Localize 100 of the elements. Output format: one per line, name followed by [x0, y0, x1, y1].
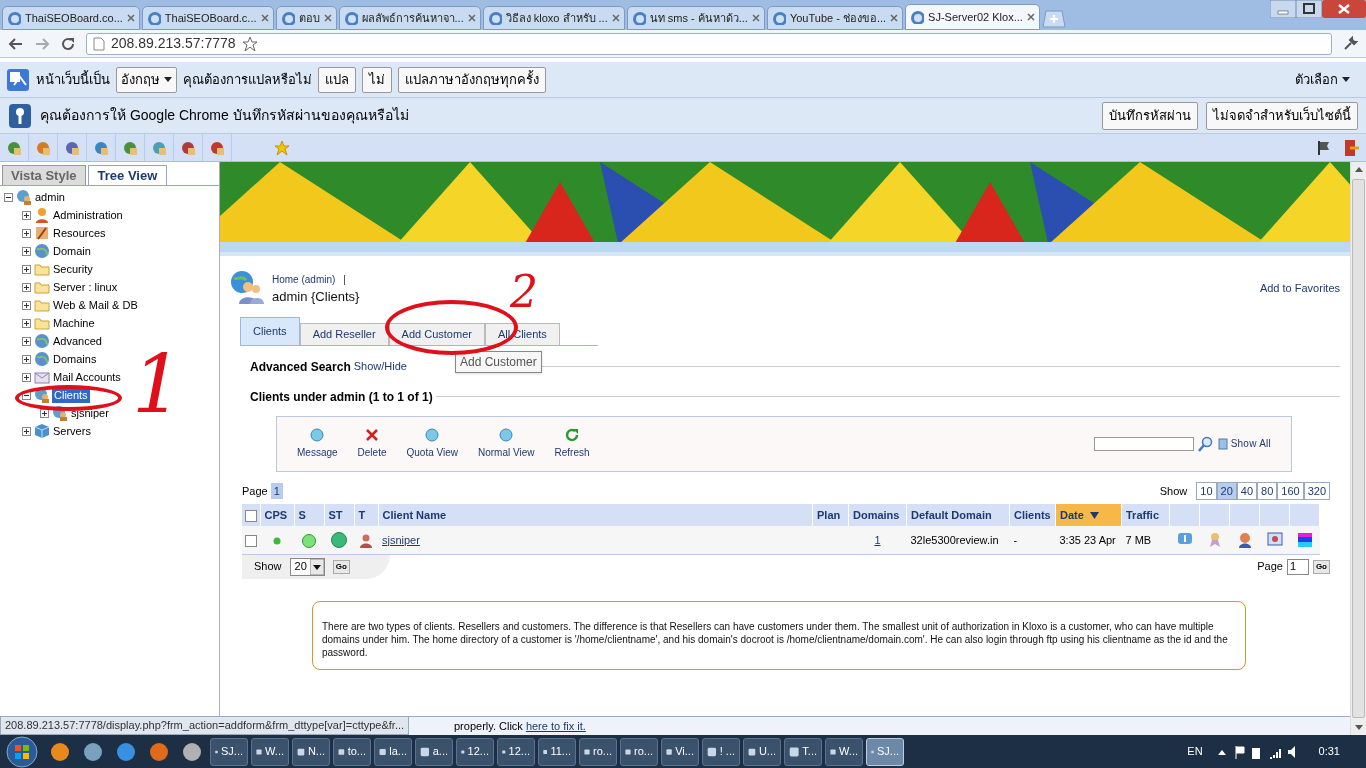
expand-icon[interactable]: [22, 210, 31, 220]
expand-icon[interactable]: [40, 408, 49, 418]
expand-icon[interactable]: [22, 354, 31, 364]
close-icon[interactable]: [611, 14, 620, 22]
checkbox[interactable]: [244, 509, 257, 522]
expand-icon[interactable]: [22, 372, 31, 382]
back-icon[interactable]: [8, 35, 24, 52]
close-icon[interactable]: [323, 14, 332, 22]
fix-link[interactable]: here to fix it.: [525, 717, 586, 735]
translate-button[interactable]: แปลภาษาอังกฤษทุกครั้ง: [398, 66, 546, 93]
password-button[interactable]: บันทึกรหัสผ่าน: [1102, 101, 1198, 130]
collapse-icon[interactable]: [22, 390, 31, 400]
expand-icon[interactable]: [22, 426, 31, 436]
password-button[interactable]: ไม่จดจำสำหรับเว็บไซต์นี้: [1206, 101, 1358, 130]
browser-tab[interactable]: YouTube - ช่องขอ...: [766, 6, 904, 30]
browser-tab[interactable]: ผลลัพธ์การค้นหาจา...: [338, 6, 481, 30]
globe-icon[interactable]: [6, 139, 22, 156]
go-button[interactable]: Go: [1312, 559, 1330, 574]
column-header[interactable]: Plan: [817, 506, 841, 524]
action-button[interactable]: Message: [297, 427, 338, 460]
translate-button[interactable]: ไม่: [362, 66, 392, 93]
taskbar-button[interactable]: la...: [374, 737, 412, 766]
expand-icon[interactable]: [22, 246, 31, 256]
flag-icon[interactable]: [1316, 139, 1332, 156]
action-button[interactable]: Refresh: [554, 427, 590, 460]
language-dropdown[interactable]: อังกฤษ: [116, 66, 177, 93]
column-header[interactable]: Default Domain: [911, 506, 992, 524]
page-size-link[interactable]: 320: [1303, 481, 1330, 500]
close-icon[interactable]: [1322, 0, 1366, 18]
maximize-icon[interactable]: [1296, 0, 1322, 18]
column-header[interactable]: S: [298, 506, 306, 524]
taskbar-button[interactable]: Vi...: [661, 737, 699, 766]
scrollbar[interactable]: [1350, 162, 1366, 735]
tree-item[interactable]: Administration: [52, 206, 124, 224]
column-header[interactable]: Domains: [853, 506, 900, 524]
column-header[interactable]: ST: [328, 506, 343, 524]
close-icon[interactable]: [1026, 13, 1035, 21]
panel-tab[interactable]: Tree View: [87, 165, 168, 185]
content-tab[interactable]: Clients: [240, 316, 300, 345]
language-indicator[interactable]: EN: [1187, 743, 1203, 760]
taskbar-button[interactable]: W...: [251, 737, 289, 766]
expand-icon[interactable]: [22, 336, 31, 346]
taskbar-button[interactable]: T...: [784, 737, 822, 766]
expand-icon[interactable]: [22, 282, 31, 292]
page-size-link[interactable]: 160: [1277, 481, 1304, 500]
taskbar-button[interactable]: ! ...: [702, 737, 740, 766]
new-tab-icon[interactable]: [1041, 10, 1066, 28]
column-header[interactable]: Client Name: [382, 506, 447, 524]
taskbar-button[interactable]: U...: [743, 737, 781, 766]
expand-icon[interactable]: [22, 228, 31, 238]
tree-item[interactable]: Server : linux: [52, 278, 119, 296]
scroll-up-icon[interactable]: [1354, 167, 1363, 172]
tree-item[interactable]: Security: [52, 260, 94, 278]
star-icon[interactable]: [241, 35, 258, 52]
tree-item[interactable]: Web & Mail & DB: [52, 296, 139, 314]
taskbar-button[interactable]: to...: [333, 737, 371, 766]
taskbar-button[interactable]: SJ...: [210, 737, 248, 766]
clock[interactable]: 0:31: [1318, 743, 1340, 760]
taskbar-button[interactable]: 12...: [456, 737, 494, 766]
collapse-icon[interactable]: [4, 192, 13, 202]
tree-item[interactable]: Domain: [52, 242, 92, 260]
tree-item[interactable]: Mail Accounts: [52, 368, 122, 386]
page-size-link[interactable]: 10: [1196, 481, 1217, 500]
taskbar-button[interactable]: 12...: [497, 737, 535, 766]
favorites-link[interactable]: Add to Favorites: [1259, 280, 1340, 297]
close-icon[interactable]: [890, 14, 899, 22]
page-size-link[interactable]: 40: [1236, 481, 1258, 500]
taskbar-button[interactable]: N...: [292, 737, 330, 766]
taskbar-button[interactable]: ro...: [579, 737, 617, 766]
taskbar-button[interactable]: W...: [825, 737, 863, 766]
page-size-dropdown[interactable]: 20: [289, 557, 325, 576]
action-button[interactable]: Delete: [357, 427, 387, 460]
browser-tab[interactable]: ตอบ: [275, 6, 337, 30]
page-size-link[interactable]: 80: [1257, 481, 1278, 500]
page-field[interactable]: 1: [1286, 558, 1309, 575]
go-button[interactable]: Go: [332, 559, 350, 574]
expand-icon[interactable]: [22, 300, 31, 310]
close-icon[interactable]: [467, 14, 476, 22]
browser-tab[interactable]: วิธีลง kloxo สำหรับ ...: [482, 6, 625, 30]
page-link[interactable]: 1: [270, 482, 283, 499]
content-tab[interactable]: Add Reseller: [299, 322, 389, 345]
action-button[interactable]: Quota View: [406, 427, 458, 460]
content-tab[interactable]: Add Customer: [388, 322, 485, 345]
scroll-thumb[interactable]: [1352, 179, 1365, 718]
palette-icon[interactable]: [1296, 532, 1313, 549]
reload-icon[interactable]: [60, 35, 76, 52]
expand-icon[interactable]: [22, 318, 31, 328]
star-icon[interactable]: [274, 139, 290, 156]
page-size-link[interactable]: 20: [1216, 481, 1237, 500]
show-hide-link[interactable]: Show/Hide: [353, 358, 407, 375]
tree-item[interactable]: Resources: [52, 224, 107, 242]
exit-icon[interactable]: [1344, 138, 1360, 157]
browser-tab[interactable]: SJ-Server02 Klox...: [905, 4, 1040, 30]
options-menu[interactable]: ตัวเลือก: [1295, 69, 1350, 90]
tree-item[interactable]: admin: [34, 188, 66, 206]
search-icon[interactable]: [1197, 435, 1214, 452]
panel-tab[interactable]: Vista Style: [2, 165, 86, 185]
scroll-down-icon[interactable]: [1354, 725, 1363, 730]
close-icon[interactable]: [751, 14, 760, 22]
tree-item[interactable]: sjsniper: [70, 404, 110, 422]
